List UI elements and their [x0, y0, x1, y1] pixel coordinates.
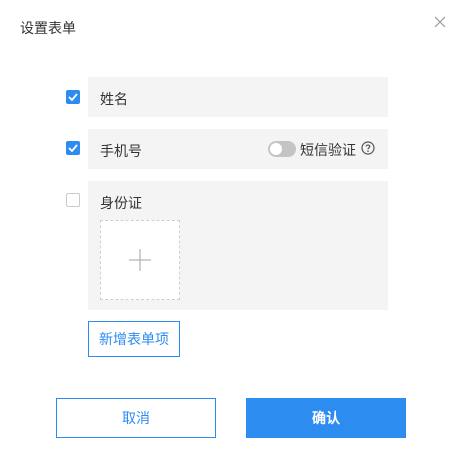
dialog-title: 设置表单 [20, 21, 76, 37]
check-icon [68, 93, 78, 101]
field-row-phone: 手机号 短信验证 [88, 129, 388, 169]
field-label: 姓名 [100, 92, 128, 108]
sms-verification-label: 短信验证 [300, 143, 356, 159]
field-checkbox-name[interactable] [66, 90, 80, 104]
add-form-field-button[interactable]: 新增表单项 [88, 321, 180, 357]
field-row-id-card: 身份证 [88, 181, 388, 310]
field-row-name: 姓名 [88, 77, 388, 117]
field-checkbox-phone[interactable] [66, 141, 80, 155]
sms-verification-toggle[interactable] [268, 141, 296, 157]
field-label: 身份证 [100, 196, 142, 212]
question-circle-icon[interactable] [361, 140, 375, 155]
form-settings-dialog: 设置表单 姓名 手机号 短信验证 身份证 新增表单项 取消 确认 [0, 0, 461, 458]
cancel-button[interactable]: 取消 [56, 398, 216, 438]
field-checkbox-id-card[interactable] [66, 193, 80, 207]
close-icon[interactable] [433, 15, 447, 29]
plus-icon [129, 249, 151, 271]
check-icon [68, 144, 78, 152]
confirm-button[interactable]: 确认 [246, 398, 406, 438]
field-label: 手机号 [100, 144, 142, 160]
image-upload-box[interactable] [100, 220, 180, 300]
toggle-knob [270, 143, 282, 155]
